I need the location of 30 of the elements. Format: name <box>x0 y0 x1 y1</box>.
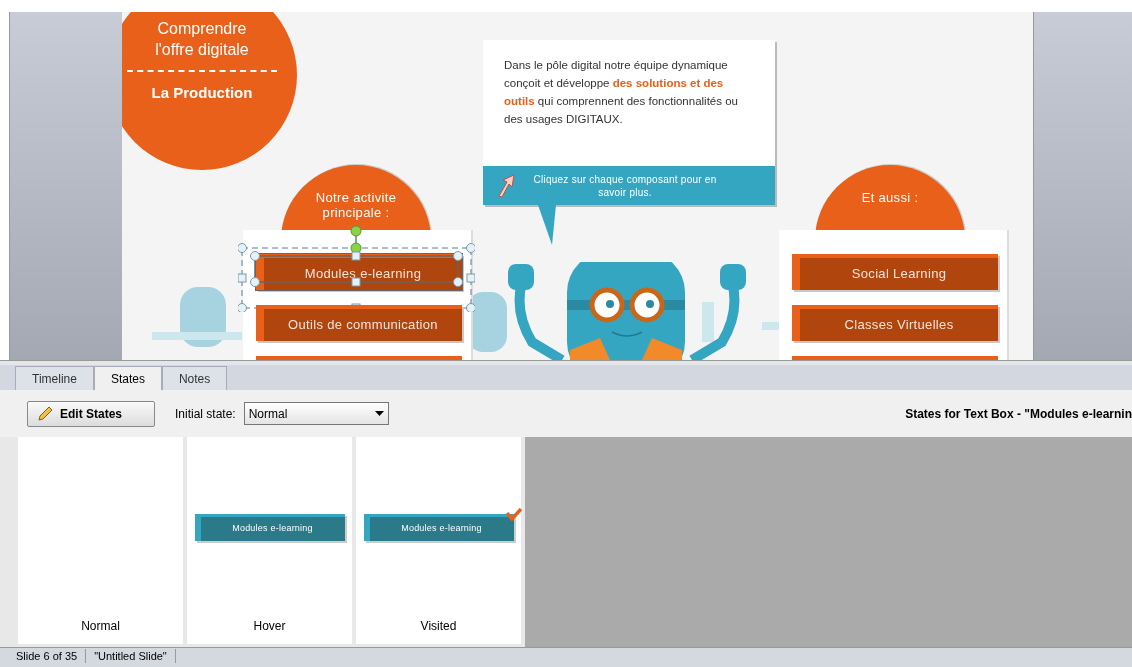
group-heading: Notre activite principale : <box>314 190 398 220</box>
selection-frame[interactable] <box>238 224 475 312</box>
state-thumbnail: Modules e-learning <box>194 513 345 541</box>
slide-title: Comprendre l'offre digitale <box>154 19 250 60</box>
state-thumbnail: Modules e-learning <box>363 513 514 541</box>
status-text: "Untitled Slide" <box>86 649 176 663</box>
pencil-icon <box>36 404 54 423</box>
initial-state-dropdown[interactable]: Normal <box>243 402 389 425</box>
state-label: Normal <box>81 618 120 635</box>
panel-tab[interactable]: Timeline <box>15 366 94 390</box>
group-heading: Et aussi : <box>860 190 920 205</box>
bubble-hint: Cliquez sur chaque composant pour en savoir plus. <box>532 172 718 199</box>
state-card[interactable]: Modules e-learning Visited <box>356 437 521 644</box>
slide-subtitle: La Production <box>150 83 254 103</box>
panel-tab[interactable]: Notes <box>161 366 228 390</box>
state-card[interactable]: Modules e-learning Hover <box>187 437 352 644</box>
states-title: States for Text Box - "Modules e-learnin <box>905 405 1132 423</box>
edit-states-button[interactable]: Edit States <box>27 400 155 427</box>
slide-button[interactable]: Outils de communication <box>256 305 462 341</box>
cursor-arrow-icon <box>497 173 515 198</box>
bubble-text: Dans le pôle digital notre équipe dynamique conçoit et développe des solutions et des outils qui comprennent des fonctionnalités ou des usages DIGITAUX. <box>503 58 739 127</box>
state-card[interactable]: Normal <box>18 437 183 644</box>
slide-button[interactable]: Classes Virtuelles <box>792 305 998 341</box>
status-text: Slide 6 of 35 <box>8 649 87 663</box>
slide-button[interactable]: Social Learning <box>792 254 998 290</box>
initial-state-label: Initial state: <box>175 405 236 423</box>
state-label: Visited <box>420 618 457 635</box>
state-label: Hover <box>253 618 286 635</box>
caret-icon <box>374 411 384 416</box>
panel-tab[interactable]: States <box>93 366 162 390</box>
